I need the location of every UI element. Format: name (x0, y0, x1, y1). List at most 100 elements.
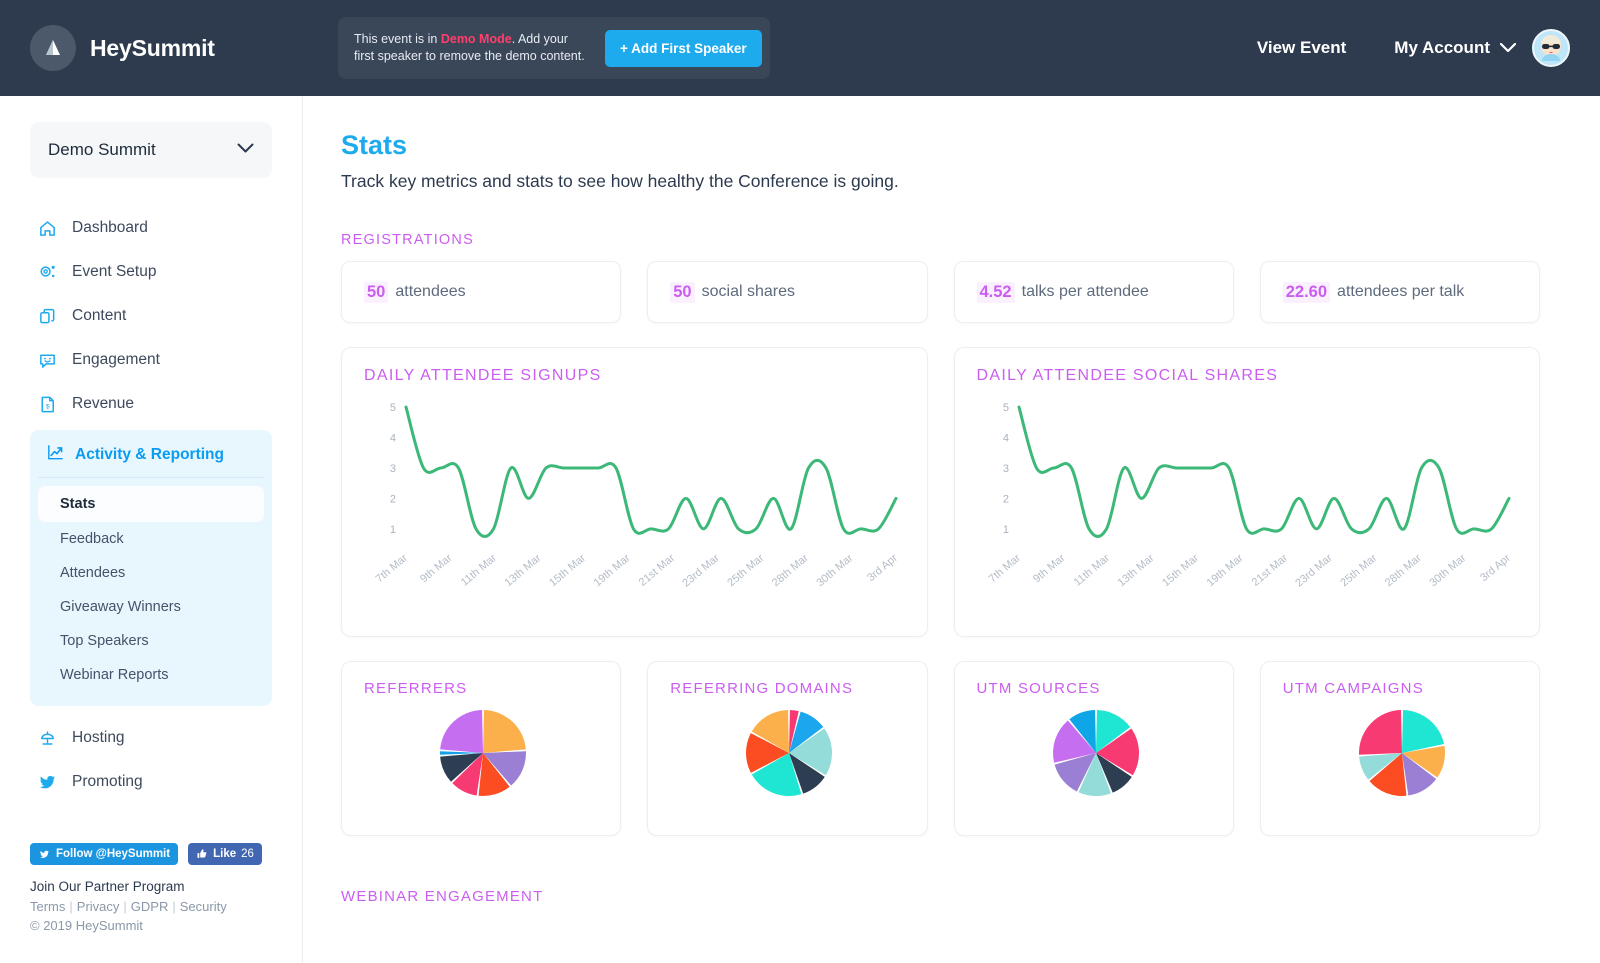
sidebar-subitem-giveaway-winners[interactable]: Giveaway Winners (38, 590, 264, 624)
security-link[interactable]: Security (180, 899, 227, 914)
twitter-follow-button[interactable]: Follow @HeySummit (30, 843, 178, 865)
kpi-value: 50 (670, 282, 694, 303)
brand[interactable]: HeySummit (30, 25, 215, 71)
top-navigation-bar: HeySummit This event is in Demo Mode. Ad… (0, 0, 1600, 96)
demo-text-before: This event is in (354, 32, 441, 46)
svg-text:21st Mar: 21st Mar (1249, 552, 1290, 589)
sidebar-item-activity-reporting[interactable]: Activity & Reporting (38, 432, 264, 478)
kpi-card-attendees-per-talk: 22.60 attendees per talk (1260, 261, 1540, 323)
brand-name: HeySummit (90, 35, 215, 62)
facebook-like-button[interactable]: Like 26 (188, 843, 262, 865)
pie-card-referrers: REFERRERS (341, 661, 621, 836)
svg-text:4: 4 (1002, 433, 1008, 445)
sidebar-item-content[interactable]: Content (0, 294, 302, 338)
home-icon (38, 219, 62, 238)
svg-text:30th Mar: 30th Mar (814, 552, 855, 589)
event-switcher[interactable]: Demo Summit (30, 122, 272, 178)
sidebar-subitem-feedback[interactable]: Feedback (38, 522, 264, 556)
svg-text:19th Mar: 19th Mar (592, 552, 633, 589)
registrations-section-label: REGISTRATIONS (341, 232, 1540, 248)
svg-text:11th Mar: 11th Mar (459, 552, 500, 589)
sidebar-subitem-top-speakers[interactable]: Top Speakers (38, 624, 264, 658)
sidebar-subitem-label: Top Speakers (60, 633, 149, 649)
svg-text:3rd Apr: 3rd Apr (865, 552, 900, 584)
line-chart-social-shares: 123457th Mar9th Mar11th Mar13th Mar15th … (977, 391, 1520, 608)
pie-chart-row: REFERRERS REFERRING DOMAINS UTM SOURCES … (341, 661, 1540, 836)
facebook-like-count: 26 (241, 848, 254, 860)
add-first-speaker-button[interactable]: + Add First Speaker (605, 30, 762, 67)
sidebar-item-event-setup[interactable]: Event Setup (0, 250, 302, 294)
privacy-link[interactable]: Privacy (77, 899, 120, 914)
pie-chart-utm-sources (977, 703, 1215, 803)
svg-text:1: 1 (1002, 524, 1008, 536)
svg-text:13th Mar: 13th Mar (1115, 552, 1156, 589)
gdpr-link[interactable]: GDPR (131, 899, 169, 914)
my-account-menu[interactable]: My Account (1394, 38, 1516, 58)
sidebar-subitem-attendees[interactable]: Attendees (38, 556, 264, 590)
svg-text:2: 2 (1002, 493, 1008, 505)
sidebar-subitem-webinar-reports[interactable]: Webinar Reports (38, 658, 264, 692)
user-avatar-icon[interactable] (1532, 29, 1570, 67)
chevron-down-icon (237, 141, 254, 159)
demo-banner-text: This event is in Demo Mode. Add your fir… (354, 31, 589, 65)
sidebar-item-revenue[interactable]: $ Revenue (0, 382, 302, 426)
demo-mode-highlight: Demo Mode (441, 32, 512, 46)
kpi-value: 50 (364, 282, 388, 303)
copy-icon (38, 307, 62, 326)
svg-text:9th Mar: 9th Mar (418, 552, 455, 585)
sidebar-item-label: Dashboard (72, 219, 148, 237)
sidebar-subitem-label: Feedback (60, 531, 124, 547)
svg-text:28th Mar: 28th Mar (770, 552, 811, 589)
partner-program-link[interactable]: Join Our Partner Program (30, 879, 227, 894)
svg-text:21st Mar: 21st Mar (637, 552, 678, 589)
main-content: Stats Track key metrics and stats to see… (303, 96, 1600, 963)
sidebar-item-engagement[interactable]: Engagement (0, 338, 302, 382)
svg-text:30th Mar: 30th Mar (1427, 552, 1468, 589)
sidebar-subitem-stats[interactable]: Stats (38, 486, 264, 522)
legal-links: Terms|Privacy|GDPR|Security (30, 899, 227, 914)
sidebar-item-promoting[interactable]: Promoting (0, 760, 302, 804)
app-body: Demo Summit Dashboard (0, 96, 1600, 963)
svg-text:11th Mar: 11th Mar (1071, 552, 1112, 589)
kpi-card-attendees: 50 attendees (341, 261, 621, 323)
kpi-card-social-shares: 50 social shares (647, 261, 927, 323)
twitter-icon (38, 773, 62, 792)
legal-separator: | (172, 899, 175, 914)
kpi-label: attendees (395, 283, 465, 301)
sidebar-nav-after: Hosting Promoting (0, 716, 302, 804)
svg-text:25th Mar: 25th Mar (1338, 552, 1379, 589)
sidebar: Demo Summit Dashboard (0, 96, 303, 963)
page-title: Stats (341, 130, 1540, 161)
svg-text:25th Mar: 25th Mar (725, 552, 766, 589)
sidebar-group-activity-reporting: Activity & Reporting Stats Feedback Atte… (30, 430, 272, 706)
svg-text:1: 1 (390, 524, 396, 536)
svg-text:5: 5 (390, 402, 396, 414)
line-chart-row: DAILY ATTENDEE SIGNUPS 123457th Mar9th M… (341, 347, 1540, 637)
sidebar-item-hosting[interactable]: Hosting (0, 716, 302, 760)
sidebar-nav: Dashboard Event Setup (0, 206, 302, 804)
kpi-label: talks per attendee (1022, 283, 1149, 301)
pie-card-utm-campaigns: UTM CAMPAIGNS (1260, 661, 1540, 836)
chevron-down-icon (1500, 43, 1516, 53)
svg-text:3: 3 (1002, 463, 1008, 475)
kpi-label: social shares (702, 283, 795, 301)
kpi-value: 4.52 (977, 282, 1015, 303)
pie-chart-referring-domains (670, 703, 908, 803)
svg-text:7th Mar: 7th Mar (986, 552, 1023, 585)
legal-separator: | (69, 899, 72, 914)
sidebar-item-label: Revenue (72, 395, 134, 413)
sidebar-item-label: Hosting (72, 729, 125, 747)
svg-text:3: 3 (390, 463, 396, 475)
view-event-link[interactable]: View Event (1257, 38, 1346, 58)
chart-card-daily-attendee-signups: DAILY ATTENDEE SIGNUPS 123457th Mar9th M… (341, 347, 928, 637)
svg-text:2: 2 (390, 493, 396, 505)
pie-card-utm-sources: UTM SOURCES (954, 661, 1234, 836)
svg-text:13th Mar: 13th Mar (503, 552, 544, 589)
terms-link[interactable]: Terms (30, 899, 65, 914)
webinar-engagement-label: WEBINAR ENGAGEMENT (341, 888, 1540, 905)
svg-text:23rd Mar: 23rd Mar (680, 552, 722, 590)
chart-card-daily-attendee-social-shares: DAILY ATTENDEE SOCIAL SHARES 123457th Ma… (954, 347, 1541, 637)
sidebar-item-dashboard[interactable]: Dashboard (0, 206, 302, 250)
svg-text:19th Mar: 19th Mar (1204, 552, 1245, 589)
sidebar-subitem-label: Stats (60, 496, 95, 512)
